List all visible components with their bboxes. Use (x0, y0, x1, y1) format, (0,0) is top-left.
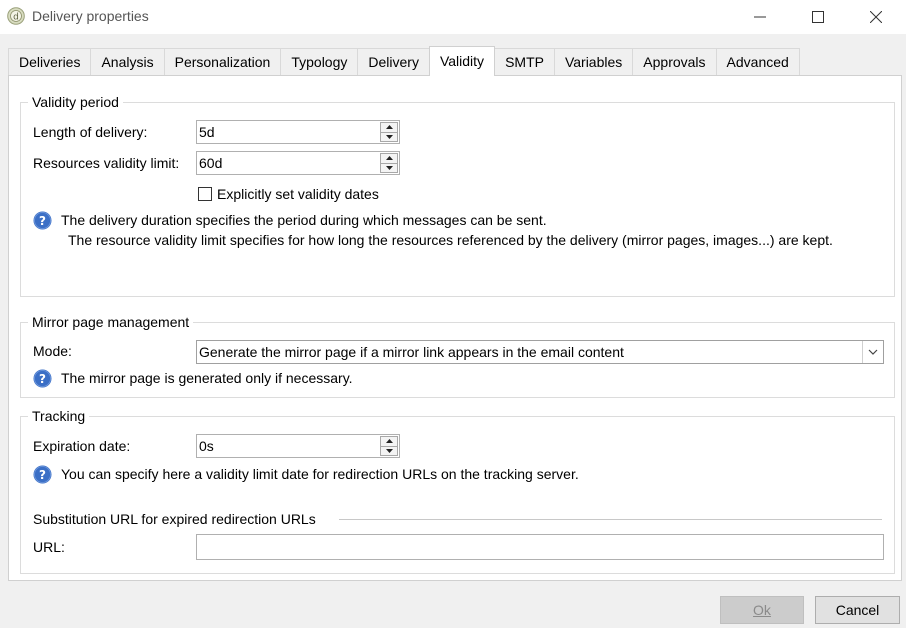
svg-text:?: ? (39, 372, 46, 386)
window-title: Delivery properties (32, 8, 149, 24)
length-of-delivery-spinner[interactable]: 5d (196, 120, 400, 144)
tab-smtp[interactable]: SMTP (494, 48, 555, 75)
help-icon: ? (33, 369, 52, 388)
ok-button[interactable]: Ok (720, 596, 804, 624)
length-up-arrow[interactable] (380, 122, 398, 133)
arrow-up-icon (385, 125, 393, 130)
validity-period-group: Validity period Length of delivery: 5d R… (20, 93, 895, 297)
substitution-url-title: Substitution URL for expired redirection… (33, 510, 320, 528)
arrow-down-icon (385, 134, 393, 139)
resources-up-arrow[interactable] (380, 153, 398, 164)
help-icon: ? (33, 465, 52, 484)
mirror-page-title: Mirror page management (28, 313, 194, 331)
arrow-up-icon (385, 439, 393, 444)
resources-validity-label: Resources validity limit: (33, 155, 180, 171)
resources-down-arrow[interactable] (380, 163, 398, 173)
mode-dropdown-button[interactable] (862, 341, 883, 363)
expiration-up-arrow[interactable] (380, 436, 398, 447)
mode-label: Mode: (33, 343, 72, 359)
resources-validity-value: 60d (199, 155, 223, 171)
url-input[interactable] (196, 534, 884, 560)
tab-validity[interactable]: Validity (428, 46, 496, 76)
tab-strip: Deliveries Analysis Personalization Typo… (8, 46, 800, 76)
validity-panel: Validity period Length of delivery: 5d R… (8, 75, 902, 581)
tracking-group: Tracking Expiration date: 0s ? You can s… (20, 407, 895, 574)
minimize-icon (754, 16, 766, 18)
explicit-validity-label[interactable]: Explicitly set validity dates (217, 185, 379, 203)
svg-text:?: ? (39, 468, 46, 482)
validity-help-line1: The delivery duration specifies the peri… (61, 212, 547, 228)
expiration-date-spinner[interactable]: 0s (196, 434, 400, 458)
tracking-help: You can specify here a validity limit da… (61, 466, 579, 482)
close-icon (870, 11, 882, 23)
mirror-page-help: The mirror page is generated only if nec… (61, 370, 353, 386)
tab-deliveries[interactable]: Deliveries (8, 48, 92, 75)
tab-advanced[interactable]: Advanced (715, 48, 800, 75)
substitution-divider (339, 519, 882, 520)
length-of-delivery-label: Length of delivery: (33, 124, 148, 140)
minimize-button[interactable] (737, 0, 783, 34)
tracking-title: Tracking (28, 407, 90, 425)
tab-analysis[interactable]: Analysis (90, 48, 165, 75)
length-of-delivery-value: 5d (199, 124, 215, 140)
explicit-validity-checkbox[interactable] (198, 187, 212, 201)
tab-typology[interactable]: Typology (280, 48, 359, 75)
tab-delivery[interactable]: Delivery (357, 48, 430, 75)
mode-value: Generate the mirror page if a mirror lin… (199, 344, 624, 360)
mirror-page-group: Mirror page management Mode: Generate th… (20, 313, 895, 398)
delivery-app-icon: d (7, 7, 25, 25)
validity-help-line2: The resource validity limit specifies fo… (68, 232, 833, 248)
maximize-icon (812, 11, 824, 23)
svg-text:?: ? (39, 214, 46, 228)
help-icon: ? (33, 211, 52, 230)
maximize-button[interactable] (795, 0, 841, 34)
arrow-down-icon (385, 165, 393, 170)
title-bar: d Delivery properties (0, 0, 906, 34)
cancel-label: Cancel (835, 602, 880, 618)
expiration-date-value: 0s (199, 438, 214, 454)
svg-text:d: d (13, 13, 19, 23)
close-button[interactable] (853, 0, 899, 34)
expiration-down-arrow[interactable] (380, 446, 398, 456)
tab-personalization[interactable]: Personalization (163, 48, 282, 75)
cancel-button[interactable]: Cancel (815, 596, 900, 624)
length-down-arrow[interactable] (380, 132, 398, 142)
url-label: URL: (33, 539, 65, 555)
tab-variables[interactable]: Variables (553, 48, 634, 75)
ok-label: Ok (753, 602, 771, 618)
expiration-date-label: Expiration date: (33, 438, 131, 454)
tab-approvals[interactable]: Approvals (632, 48, 717, 75)
resources-validity-spinner[interactable]: 60d (196, 151, 400, 175)
chevron-down-icon (868, 349, 878, 355)
validity-period-title: Validity period (28, 93, 123, 111)
mode-select[interactable]: Generate the mirror page if a mirror lin… (196, 340, 884, 364)
arrow-down-icon (385, 448, 393, 453)
arrow-up-icon (385, 156, 393, 161)
